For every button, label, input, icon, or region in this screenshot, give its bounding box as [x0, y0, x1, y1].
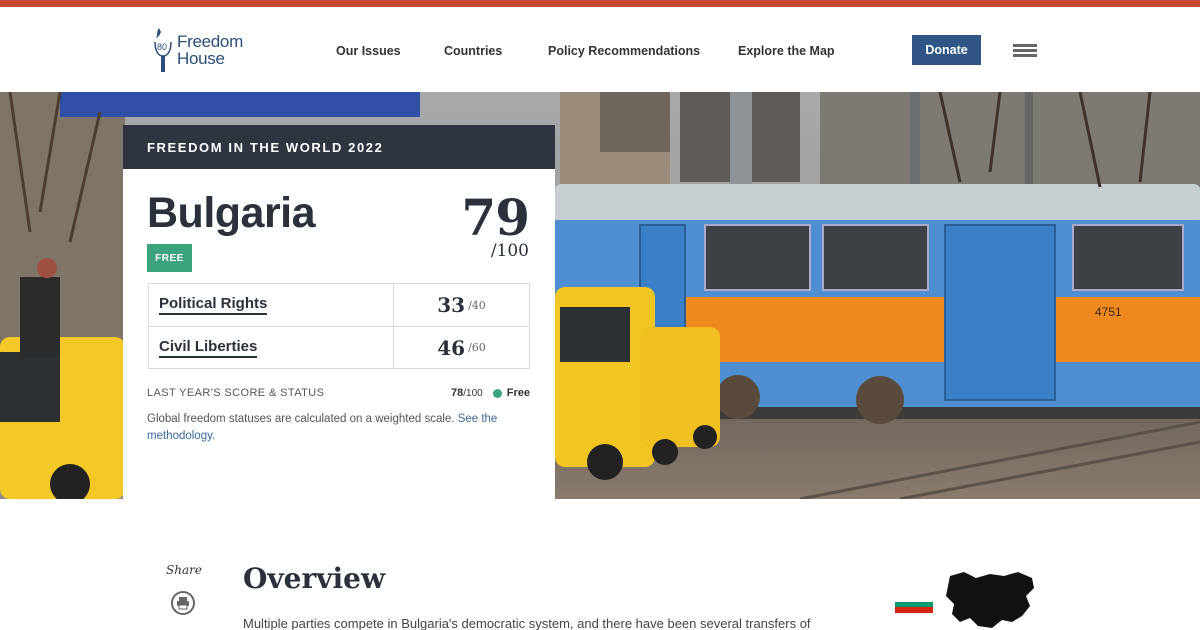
- logo-wordmark: Freedom House: [177, 32, 243, 68]
- nav-explore-the-map[interactable]: Explore the Map: [738, 44, 835, 58]
- country-score-card: FREEDOM IN THE WORLD 2022 Bulgaria FREE …: [123, 125, 555, 499]
- share-label: Share: [166, 563, 202, 577]
- status-badge: FREE: [147, 244, 192, 272]
- donate-button[interactable]: Donate: [912, 35, 981, 65]
- status-dot: [492, 388, 502, 398]
- card-eyebrow: FREEDOM IN THE WORLD 2022: [123, 125, 555, 169]
- top-accent-strip: [0, 0, 1200, 7]
- country-map-icon: [946, 572, 1034, 628]
- site-header: 80 Freedom House Our Issues Countries Po…: [0, 7, 1200, 92]
- overview-paragraph: Multiple parties compete in Bulgaria's d…: [243, 616, 811, 630]
- political-rights-score: 33/40: [437, 293, 486, 317]
- print-icon[interactable]: [171, 591, 195, 615]
- political-rights-link[interactable]: Political Rights: [159, 295, 268, 315]
- torch-icon: 80: [153, 26, 173, 74]
- overview-heading: Overview: [243, 562, 386, 595]
- last-year-label: LAST YEAR'S SCORE & STATUS: [147, 387, 325, 399]
- svg-text:80: 80: [157, 42, 167, 52]
- table-row: Civil Liberties 46/60: [149, 326, 529, 368]
- score-breakdown-table: Political Rights 33/40 Civil Liberties 4…: [148, 283, 530, 369]
- hamburger-icon[interactable]: [1013, 44, 1037, 58]
- freedom-house-logo[interactable]: 80 Freedom House: [153, 25, 253, 75]
- nav-policy-recommendations[interactable]: Policy Recommendations: [548, 44, 700, 58]
- bulgaria-flag-icon: [895, 596, 933, 613]
- civil-liberties-link[interactable]: Civil Liberties: [159, 338, 258, 358]
- nav-countries[interactable]: Countries: [444, 44, 502, 58]
- table-row: Political Rights 33/40: [149, 284, 529, 326]
- total-score: 79 /100: [461, 188, 530, 262]
- civil-liberties-score: 46/60: [437, 335, 486, 360]
- last-year-score: 78/100 Free: [451, 387, 530, 399]
- methodology-note: Global freedom statuses are calculated o…: [147, 413, 498, 442]
- nav-our-issues[interactable]: Our Issues: [336, 44, 401, 58]
- country-name: Bulgaria: [147, 189, 316, 237]
- svg-text:4751: 4751: [1095, 305, 1122, 319]
- total-score-value: 79: [461, 188, 530, 247]
